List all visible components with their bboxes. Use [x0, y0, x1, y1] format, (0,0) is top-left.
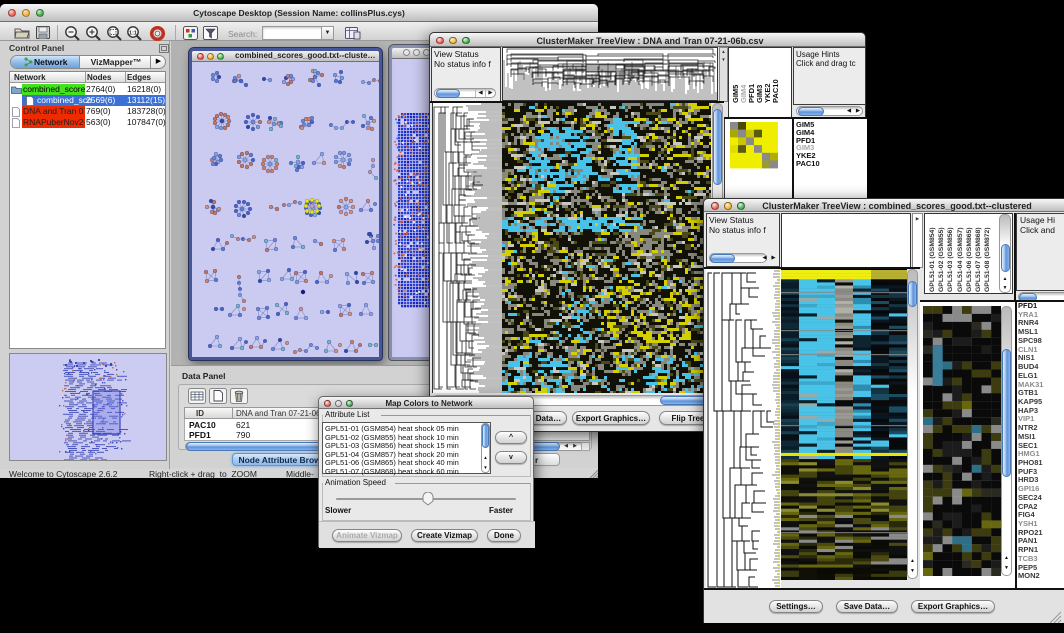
svg-text:GPL51-08 (GSM872): GPL51-08 (GSM872)	[984, 227, 991, 292]
svg-text:GPL51-07 (GSM868): GPL51-07 (GSM868)	[975, 227, 982, 292]
svg-text:GPL51-03 (GSM856): GPL51-03 (GSM856)	[947, 227, 954, 292]
svg-text:YKE2: YKE2	[764, 83, 772, 103]
svg-text:1:1: 1:1	[129, 31, 137, 37]
svg-text:PAC10: PAC10	[772, 79, 780, 103]
svg-text:GPL51-02 (GSM855): GPL51-02 (GSM855)	[938, 227, 945, 292]
svg-text:GIM3: GIM3	[756, 85, 764, 103]
svg-text:GPL51-01 (GSM854): GPL51-01 (GSM854)	[929, 227, 936, 292]
svg-text:GIM4: GIM4	[740, 84, 748, 103]
svg-text:GPL51-06 (GSM865): GPL51-06 (GSM865)	[966, 227, 973, 292]
svg-text:GIM5: GIM5	[732, 85, 740, 103]
svg-text:GPL51-04 (GSM857): GPL51-04 (GSM857)	[957, 227, 964, 292]
svg-text:PFD1: PFD1	[748, 84, 756, 103]
